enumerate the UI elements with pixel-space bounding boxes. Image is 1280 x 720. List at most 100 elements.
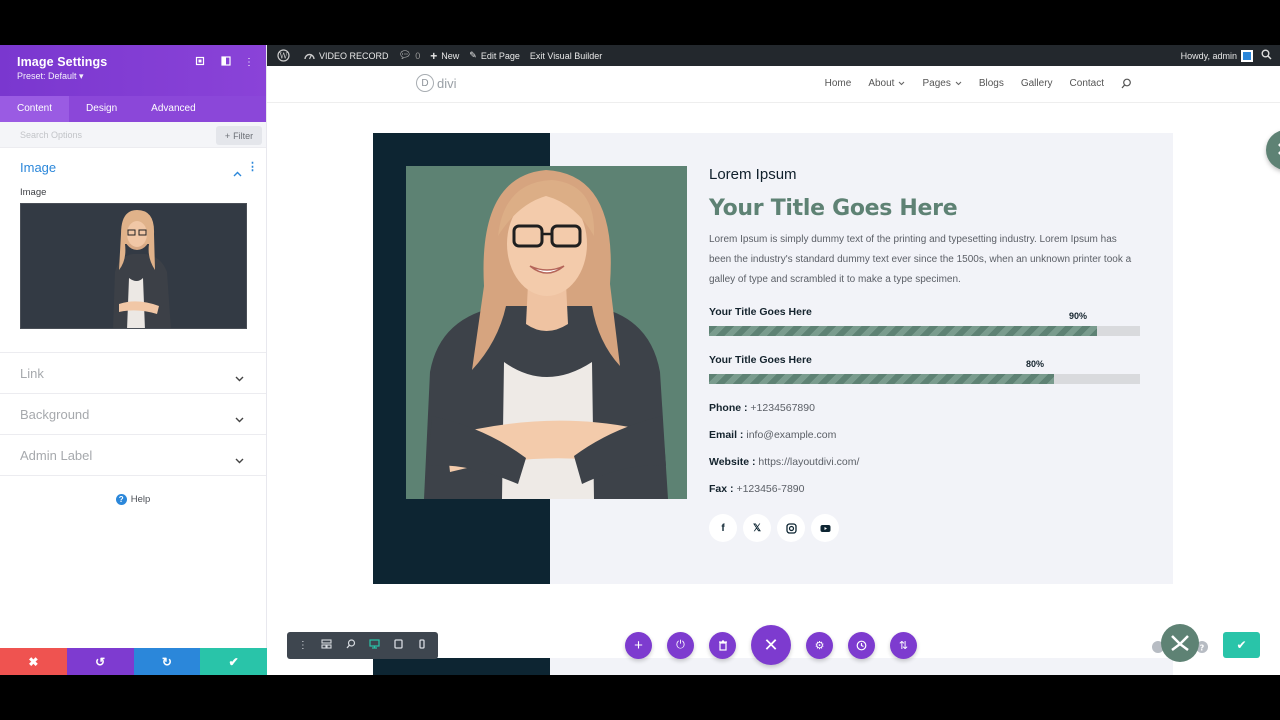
close-module-button[interactable]: ✖ <box>1266 130 1280 170</box>
portrait-image[interactable] <box>406 166 687 499</box>
desktop-view-icon[interactable] <box>366 639 382 652</box>
portability-button[interactable]: ⇅ <box>890 631 917 659</box>
tab-design[interactable]: Design <box>69 96 134 122</box>
search-options-input[interactable] <box>0 122 210 148</box>
new-content-link[interactable]: + New <box>430 49 459 63</box>
team-member-section[interactable]: Lorem Ipsum Your Title Goes Here Lorem I… <box>373 130 1280 584</box>
more-options-icon[interactable]: ⋮ <box>295 640 311 651</box>
section-background-title: Background <box>20 407 90 422</box>
import-export-icon: ⇅ <box>898 639 909 652</box>
history-button[interactable] <box>848 631 875 659</box>
page-settings-button[interactable]: ⚙ <box>806 631 833 659</box>
discard-button[interactable]: ✖ <box>0 648 67 675</box>
section-options-icon[interactable]: ⋮ <box>247 162 258 173</box>
progress-fill <box>709 326 1097 336</box>
expand-icon[interactable] <box>193 56 207 70</box>
nav-home[interactable]: Home <box>825 78 852 89</box>
redo-button[interactable]: ↻ <box>133 648 201 675</box>
load-layout-button[interactable]: ⏻ <box>667 631 694 659</box>
howdy-user-menu[interactable]: Howdy, admin <box>1181 51 1237 61</box>
instagram-icon[interactable] <box>777 514 805 542</box>
svg-text:?: ? <box>1200 644 1205 653</box>
contact-value: +123456-7890 <box>736 483 805 495</box>
chevron-up-icon[interactable] <box>233 164 242 182</box>
right-tools: ? <box>1152 623 1217 663</box>
wordpress-logo-button[interactable]: W <box>277 49 290 62</box>
add-module-button[interactable]: + <box>625 631 652 659</box>
site-name: VIDEO RECORD <box>319 50 389 61</box>
section-background[interactable]: Background <box>0 394 266 435</box>
content-column: Lorem Ipsum Your Title Goes Here Lorem I… <box>709 166 1149 542</box>
contact-value[interactable]: https://layoutdivi.com/ <box>758 456 859 468</box>
nav-search-icon[interactable] <box>1121 78 1132 89</box>
help-link[interactable]: ? Help <box>0 494 266 505</box>
nav-blogs[interactable]: Blogs <box>979 78 1004 89</box>
x-twitter-icon[interactable]: 𝕏 <box>743 514 771 542</box>
close-builder-menu-button[interactable]: ✕ <box>751 625 791 665</box>
section-image-title[interactable]: Image <box>20 160 246 175</box>
tablet-view-icon[interactable] <box>390 639 406 652</box>
close-icon: ✕ <box>763 634 779 655</box>
save-page-button[interactable]: ✔ <box>1223 632 1260 658</box>
skill-name: Your Title Goes Here <box>709 354 812 366</box>
site-header: D divi Home About Pages Blogs Gallery Co… <box>267 66 1280 103</box>
contact-label: Website : <box>709 456 756 468</box>
site-name-link[interactable]: VIDEO RECORD <box>304 51 389 61</box>
svg-text:W: W <box>279 52 288 61</box>
panel-tabs: Content Design Advanced <box>0 96 266 122</box>
redo-icon: ↻ <box>161 654 172 669</box>
exit-visual-builder-link[interactable]: Exit Visual Builder <box>530 51 602 61</box>
logo-mark: D <box>416 74 434 92</box>
tab-advanced[interactable]: Advanced <box>134 96 212 122</box>
progress-fill <box>709 374 1054 384</box>
nav-label: Blogs <box>978 78 1004 89</box>
pencil-icon: ✎ <box>469 50 477 60</box>
facebook-icon[interactable]: f <box>709 514 737 542</box>
zoom-icon[interactable] <box>343 639 359 652</box>
avatar[interactable] <box>1241 49 1253 62</box>
comments-link[interactable]: 💬︎ 0 <box>399 50 421 61</box>
nav-label: Contact <box>1069 78 1104 89</box>
search-icon[interactable] <box>1261 49 1272 62</box>
nav-contact[interactable]: Contact <box>1070 78 1104 89</box>
more-options-icon[interactable]: ⋮ <box>242 56 256 70</box>
undo-button[interactable]: ↺ <box>66 648 134 675</box>
close-icon: ✖ <box>28 654 39 669</box>
preset-selector[interactable]: Preset: Default ▾ <box>17 71 266 82</box>
progress-track <box>709 326 1140 336</box>
image-upload-preview[interactable] <box>20 203 247 329</box>
undo-icon: ↺ <box>95 654 106 669</box>
comment-icon: 💬︎ <box>398 50 412 61</box>
save-settings-button[interactable]: ✔ <box>200 648 267 675</box>
edit-page-link[interactable]: ✎ Edit Page <box>469 50 520 61</box>
site-logo[interactable]: D divi <box>416 74 457 92</box>
split-view-icon[interactable] <box>219 56 233 70</box>
chevron-down-icon[interactable] <box>235 451 244 469</box>
power-icon: ⏻ <box>676 638 685 651</box>
chevron-down-icon[interactable] <box>235 410 244 428</box>
clear-layout-button[interactable] <box>709 631 736 659</box>
nav-gallery[interactable]: Gallery <box>1021 78 1053 89</box>
filter-button[interactable]: + Filter <box>216 126 262 145</box>
contact-value[interactable]: info@example.com <box>746 429 836 441</box>
progress-track <box>709 374 1140 384</box>
logo-text: divi <box>437 75 457 91</box>
wireframe-view-icon[interactable] <box>319 639 335 652</box>
contact-fax: Fax : +123456-7890 <box>709 483 1149 510</box>
edit-page-label: Edit Page <box>480 50 520 61</box>
youtube-icon[interactable] <box>811 514 839 542</box>
chevron-down-icon[interactable] <box>235 369 244 387</box>
phone-view-icon[interactable] <box>414 639 430 652</box>
overline-heading: Lorem Ipsum <box>709 166 797 183</box>
nav-pages[interactable]: Pages <box>922 78 962 89</box>
tab-content[interactable]: Content <box>0 96 70 122</box>
skill-percent: 90% <box>1069 311 1088 321</box>
social-icons: f 𝕏 <box>709 514 1149 542</box>
description-text: Lorem Ipsum is simply dummy text of the … <box>709 234 1132 285</box>
exit-vb-label: Exit Visual Builder <box>529 50 603 61</box>
section-link[interactable]: Link <box>0 353 266 394</box>
nav-about[interactable]: About <box>868 78 905 89</box>
clock-icon <box>856 640 867 650</box>
section-admin-label[interactable]: Admin Label <box>0 435 266 476</box>
woman-portrait <box>406 166 687 499</box>
